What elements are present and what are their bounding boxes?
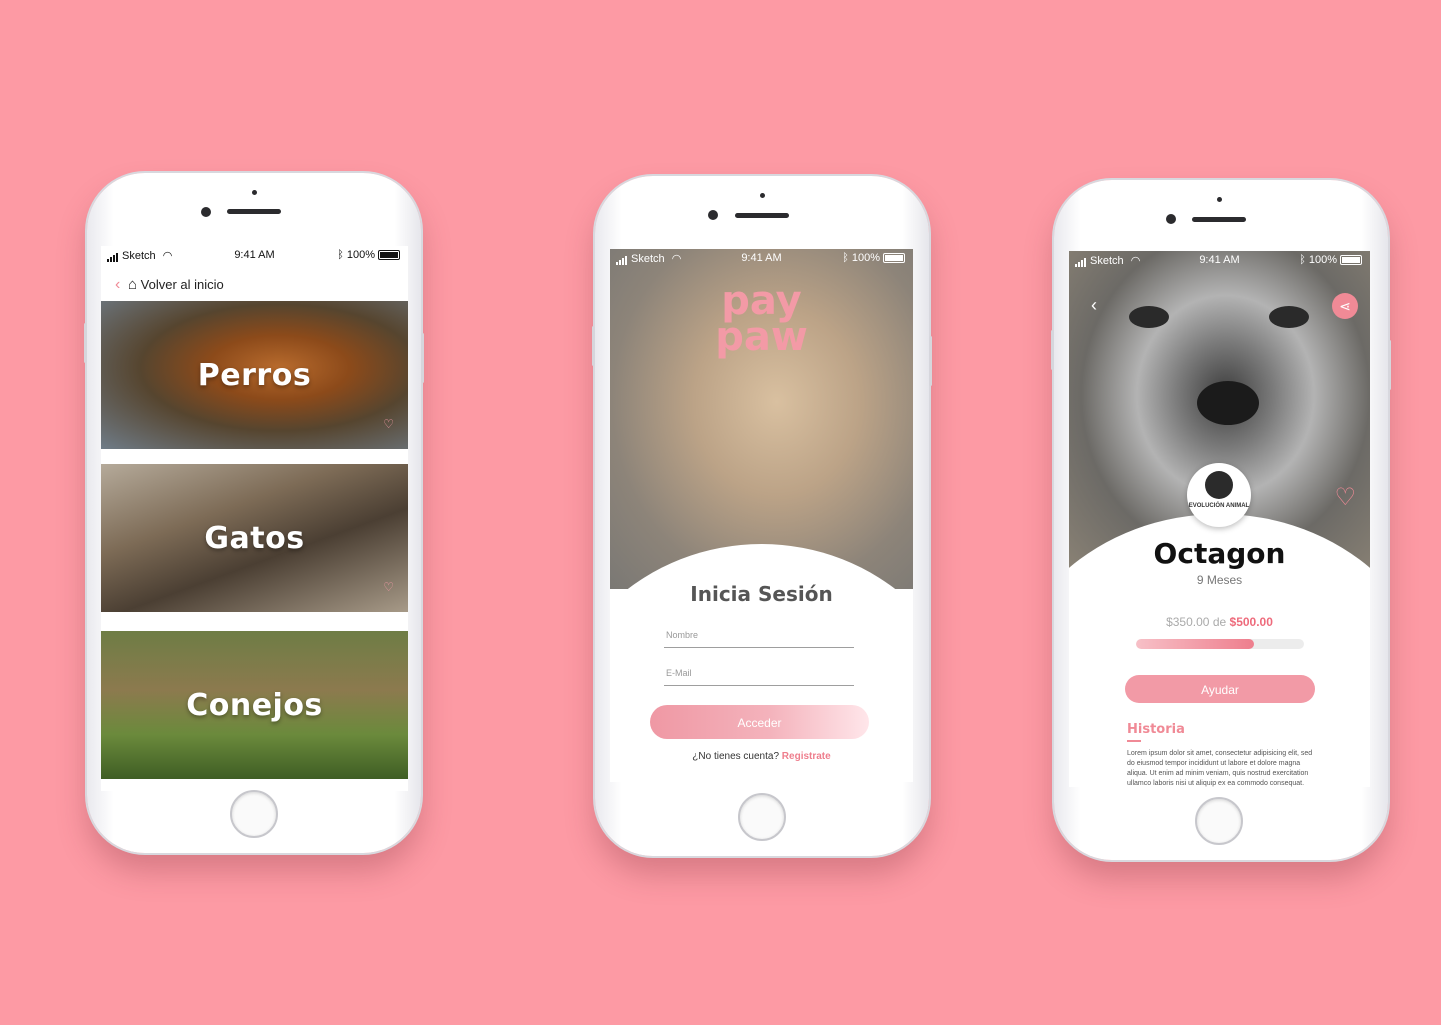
- status-bar: Sketch ◠ 9:41 AM ᛒ 100%: [1069, 251, 1370, 269]
- donation-summary: $350.00 de $500.00: [1069, 615, 1370, 629]
- front-camera: [1166, 214, 1176, 224]
- volume-button: [84, 323, 87, 363]
- help-button[interactable]: Ayudar: [1125, 675, 1315, 703]
- home-button[interactable]: [230, 790, 278, 838]
- home-icon: ⌂: [127, 276, 138, 293]
- dog-nose: [1197, 381, 1259, 425]
- proximity-sensor: [252, 190, 257, 195]
- category-title: Perros: [197, 357, 312, 393]
- login-button[interactable]: Acceder: [650, 705, 869, 739]
- battery: ᛒ 100%: [337, 249, 400, 261]
- dog-eye: [1269, 306, 1309, 328]
- phone-categories: Sketch ◠ 9:41 AM ᛒ 100% ‹ ⌂ Volver al in…: [84, 173, 424, 853]
- battery: ᛒ 100%: [842, 252, 905, 264]
- category-title: Conejos: [186, 687, 323, 723]
- pet-age: 9 Meses: [1196, 573, 1243, 587]
- phone-detail: Sketch ◠ 9:41 AM ᛒ 100% ‹ ⋖ ♡ EVOLUCIÓN …: [1051, 180, 1391, 860]
- category-card-rabbits[interactable]: Conejos: [101, 631, 408, 779]
- app-logo: pay paw: [610, 281, 913, 360]
- status-bar: Sketch ◠ 9:41 AM ᛒ 100%: [610, 249, 913, 267]
- proximity-sensor: [1217, 197, 1222, 202]
- bluetooth-icon: ᛒ: [337, 249, 344, 261]
- organization-name: EVOLUCIÓN ANIMAL: [1188, 503, 1250, 509]
- status-bar: Sketch ◠ 9:41 AM ᛒ 100%: [101, 246, 408, 264]
- share-icon: ⋖: [1339, 298, 1351, 314]
- back-to-home-link[interactable]: ‹ ⌂ Volver al inicio: [115, 276, 224, 294]
- bluetooth-icon: ᛒ: [1299, 254, 1306, 266]
- chevron-left-icon: ‹: [115, 276, 121, 293]
- volume-button: [1051, 330, 1054, 370]
- history-title: Historia: [1127, 722, 1185, 737]
- history-text: Lorem ipsum dolor sit amet, consectetur …: [1127, 750, 1313, 787]
- screen-categories: Sketch ◠ 9:41 AM ᛒ 100% ‹ ⌂ Volver al in…: [101, 246, 408, 791]
- power-button: [421, 333, 424, 383]
- goal-amount: $500.00: [1229, 615, 1273, 629]
- raised-amount: $350.00: [1166, 615, 1210, 629]
- home-button[interactable]: [1195, 797, 1243, 845]
- speaker: [1192, 217, 1246, 222]
- history-underline: [1127, 740, 1141, 742]
- screen-login: Sketch ◠ 9:41 AM ᛒ 100% pay paw Inicia S…: [610, 249, 913, 782]
- pet-name: Octagon: [1153, 537, 1286, 570]
- battery: ᛒ 100%: [1299, 254, 1362, 266]
- screen-detail: Sketch ◠ 9:41 AM ᛒ 100% ‹ ⋖ ♡ EVOLUCIÓN …: [1069, 251, 1370, 787]
- category-card-cats[interactable]: Gatos ♡: [101, 464, 408, 612]
- front-camera: [708, 210, 718, 220]
- name-input[interactable]: [664, 629, 858, 641]
- volume-button: [592, 326, 595, 366]
- heart-icon[interactable]: ♡: [383, 580, 394, 594]
- organization-glyph-icon: [1205, 471, 1233, 499]
- raised-connector: de: [1212, 615, 1227, 629]
- proximity-sensor: [760, 193, 765, 198]
- front-camera: [201, 207, 211, 217]
- power-button: [1388, 340, 1391, 390]
- speaker: [227, 209, 281, 214]
- phone-login: Sketch ◠ 9:41 AM ᛒ 100% pay paw Inicia S…: [592, 176, 932, 856]
- no-account-text: ¿No tienes cuenta?: [692, 751, 780, 762]
- progress-fill: [1136, 639, 1254, 649]
- dog-eye: [1129, 306, 1169, 328]
- speaker: [735, 213, 789, 218]
- email-field: [664, 663, 858, 686]
- category-card-dogs[interactable]: Perros ♡: [101, 301, 408, 449]
- register-prompt: ¿No tienes cuenta? Registrate: [610, 751, 913, 762]
- name-field: [664, 625, 858, 648]
- power-button: [929, 336, 932, 386]
- email-input[interactable]: [664, 667, 858, 679]
- battery-icon: [883, 253, 905, 264]
- heart-icon[interactable]: ♡: [383, 417, 394, 431]
- donation-progress-bar: [1136, 639, 1304, 649]
- battery-icon: [1340, 255, 1362, 266]
- organization-logo[interactable]: EVOLUCIÓN ANIMAL: [1187, 463, 1251, 527]
- register-link[interactable]: Registrate: [782, 751, 831, 762]
- back-chevron-icon[interactable]: ‹: [1091, 295, 1097, 316]
- battery-icon: [378, 250, 400, 261]
- bluetooth-icon: ᛒ: [842, 252, 849, 264]
- logo-text-bottom: paw: [715, 314, 808, 360]
- favorite-heart-icon[interactable]: ♡: [1334, 483, 1356, 512]
- login-title: Inicia Sesión: [690, 582, 833, 606]
- back-label: Volver al inicio: [140, 277, 224, 292]
- home-button[interactable]: [738, 793, 786, 841]
- share-button[interactable]: ⋖: [1332, 293, 1358, 319]
- category-title: Gatos: [204, 520, 305, 556]
